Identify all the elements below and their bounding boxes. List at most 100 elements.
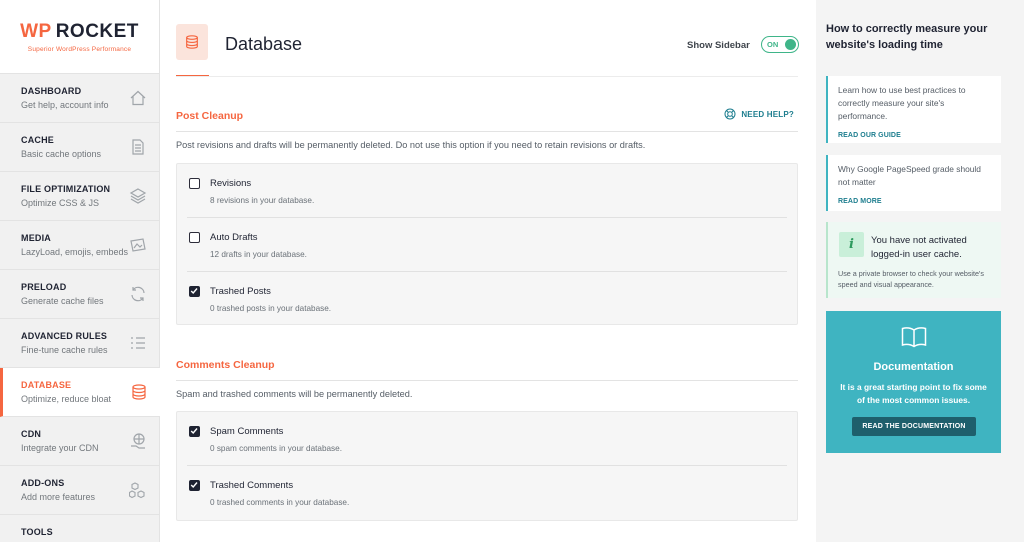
sidebar-item-preload[interactable]: PRELOAD Generate cache files [0,270,159,319]
read-our-guide-link[interactable]: READ OUR GUIDE [838,132,991,139]
sidebar-item-media[interactable]: MEDIA LazyLoad, emojis, embeds [0,221,159,270]
sidebar-item-advanced-rules[interactable]: ADVANCED RULES Fine-tune cache rules [0,319,159,368]
sidebar-item-desc: Optimize, reduce bloat [21,394,112,404]
need-help-text: NEED HELP? [741,109,794,119]
sidebar-item-desc: Generate cache files [21,296,104,306]
lifebuoy-icon [724,108,736,120]
sidebar-item-title: CDN [21,429,42,439]
sidebar-item-title: FILE OPTIMIZATION [21,184,111,194]
show-sidebar-toggle[interactable]: ON [761,36,799,53]
checkmark-icon [190,288,198,295]
cubes-icon [129,482,145,499]
option-desc: 8 revisions in your database. [210,196,315,205]
page-title: Database [225,34,303,54]
page-header: Database Show Sidebar ON [176,24,799,77]
sidebar-item-title: DATABASE [21,380,72,390]
header-database-icon [176,24,208,60]
option-label: Auto Drafts [210,232,258,243]
right-sidebar: How to correctly measure your website's … [816,0,1024,542]
card-text: Learn how to use best practices to corre… [838,85,966,121]
book-icon [901,327,927,348]
sidebar-item-file-optimization[interactable]: FILE OPTIMIZATION Optimize CSS & JS [0,172,159,221]
sidebar-item-title: PRELOAD [21,282,67,292]
info-icon: i [839,232,864,257]
option-revisions: Revisions 8 revisions in your database. [187,164,787,218]
spam-comments-checkbox[interactable] [189,426,200,437]
logo-tagline: Superior WordPress Performance [27,45,132,53]
documentation-title: Documentation [873,361,954,373]
sidebar-item-title: DASHBOARD [21,86,82,96]
checkmark-icon [190,428,198,435]
sidebar-item-cdn[interactable]: CDN Integrate your CDN [0,417,159,466]
notice-desc: Use a private browser to check your webs… [838,269,984,289]
option-label: Trashed Posts [210,286,271,297]
toggle-knob [785,39,796,50]
section-title: Comments Cleanup [176,359,275,371]
sidebar-item-tools[interactable]: TOOLS [0,515,159,542]
option-label: Revisions [210,178,252,189]
logo-rocket-text: ROCKET [55,20,139,42]
guide-card: Learn how to use best practices to corre… [826,76,1001,143]
option-label: Spam Comments [210,426,284,437]
comments-cleanup-options: Spam Comments 0 spam comments in your da… [176,411,798,521]
read-documentation-button[interactable]: READ THE DOCUMENTATION [852,417,976,436]
sidebar-item-title: ADD-ONS [21,478,65,488]
sidebar-item-dashboard[interactable]: DASHBOARD Get help, account info [0,74,159,123]
sidebar-item-desc: LazyLoad, emojis, embeds [21,247,129,257]
main-content: Database Show Sidebar ON Post Cleanup NE… [160,0,816,542]
trashed-posts-checkbox[interactable] [189,286,200,297]
auto-drafts-checkbox[interactable] [189,232,200,243]
logo-wp-text: WP [20,20,52,42]
option-desc: 0 trashed comments in your database. [210,498,350,507]
sidebar-item-add-ons[interactable]: ADD-ONS Add more features [0,466,159,515]
refresh-icon [131,286,145,302]
sidebar-item-desc: Add more features [21,492,96,502]
sidebar-item-database[interactable]: DATABASE Optimize, reduce bloat [0,368,160,417]
sidebar-item-title: MEDIA [21,233,51,243]
sidebar-item-desc: Fine-tune cache rules [21,345,108,355]
database-icon [132,384,146,400]
option-trashed-posts: Trashed Posts 0 trashed posts in your da… [187,272,787,326]
option-spam-comments: Spam Comments 0 spam comments in your da… [187,412,787,466]
toggle-state-text: ON [767,40,779,49]
user-cache-notice: i You have not activated logged-in user … [826,222,1001,298]
home-icon [130,90,146,106]
list-icon [131,337,145,349]
documentation-box: Documentation It is a great starting poi… [826,311,1001,453]
post-cleanup-description: Post revisions and drafts will be perman… [176,140,646,150]
sidebar-item-cache[interactable]: CACHE Basic cache options [0,123,159,172]
header-divider [176,76,798,77]
option-trashed-comments: Trashed Comments 0 trashed comments in y… [187,466,787,520]
sidebar-item-title: CACHE [21,135,55,145]
right-panel-title: How to correctly measure your website's … [826,23,988,51]
comments-cleanup-header: Comments Cleanup [176,359,798,381]
trashed-comments-checkbox[interactable] [189,480,200,491]
sidebar-item-desc: Optimize CSS & JS [21,198,100,208]
section-title: Post Cleanup [176,110,244,122]
notice-title: You have not activated logged-in user ca… [871,235,967,260]
sidebar-item-desc: Integrate your CDN [21,443,99,453]
revisions-checkbox[interactable] [189,178,200,189]
documentation-text: It is a great starting point to fix some… [840,382,987,405]
globe-hand-icon [131,433,145,449]
image-icon [130,238,146,252]
sidebar-item-desc: Basic cache options [21,149,102,159]
layers-icon [129,188,147,204]
file-icon [132,139,144,155]
option-desc: 0 trashed posts in your database. [210,304,332,313]
show-sidebar-label: Show Sidebar [687,40,750,51]
need-help-link[interactable]: NEED HELP? [724,108,794,120]
sidebar: WP ROCKET Superior WordPress Performance… [0,0,160,542]
comments-cleanup-description: Spam and trashed comments will be perman… [176,389,413,399]
sidebar-item-title: ADVANCED RULES [21,331,108,341]
checkmark-icon [190,482,198,489]
option-auto-drafts: Auto Drafts 12 drafts in your database. [187,218,787,272]
option-desc: 0 spam comments in your database. [210,444,342,453]
read-more-link[interactable]: READ MORE [838,198,991,205]
option-label: Trashed Comments [210,480,294,491]
sidebar-item-desc: Get help, account info [21,100,109,110]
wp-rocket-logo[interactable]: WP ROCKET Superior WordPress Performance [0,0,159,74]
option-desc: 12 drafts in your database. [210,250,307,259]
pagespeed-card: Why Google PageSpeed grade should not ma… [826,155,1001,211]
card-text: Why Google PageSpeed grade should not ma… [838,164,981,187]
